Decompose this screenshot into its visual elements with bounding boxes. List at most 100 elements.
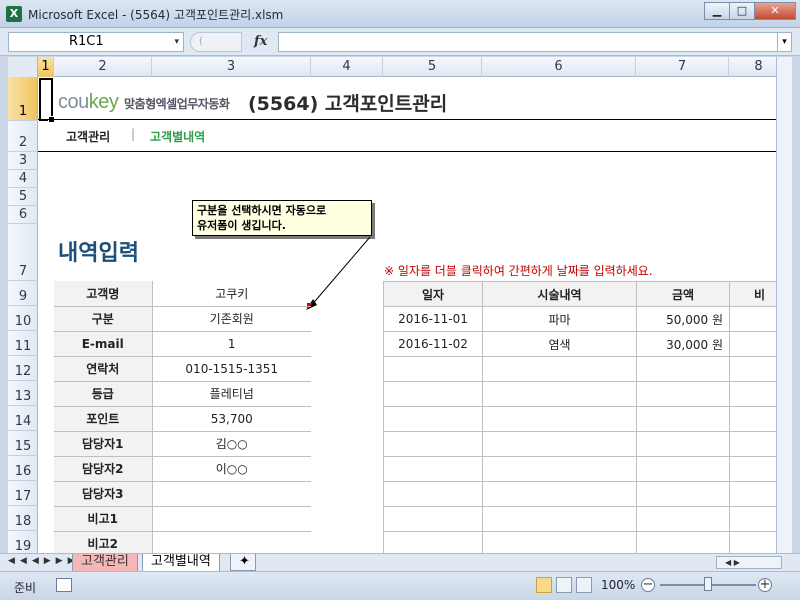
zoom-level[interactable]: 100%: [601, 578, 635, 592]
field-value-cell[interactable]: 010-1515-1351: [152, 356, 311, 382]
table-row: 2016-11-01 파마 50,000 원: [383, 306, 784, 332]
horizontal-scrollbar[interactable]: ◀ ▶: [716, 556, 782, 569]
history-cell[interactable]: [482, 406, 637, 432]
column-header[interactable]: 3: [152, 57, 311, 77]
history-cell[interactable]: [383, 356, 483, 382]
field-value-cell[interactable]: 1: [152, 331, 311, 357]
vertical-scrollbar[interactable]: [776, 57, 792, 553]
history-cell[interactable]: [636, 481, 730, 507]
row-header[interactable]: 1: [8, 77, 38, 121]
page-break-view-icon[interactable]: [576, 577, 592, 593]
history-cell[interactable]: 30,000 원: [636, 331, 730, 357]
zoom-in-button[interactable]: +: [758, 578, 772, 592]
column-header[interactable]: 7: [636, 57, 729, 77]
row-header[interactable]: 10: [8, 306, 38, 331]
field-value-cell[interactable]: 플레티넘: [152, 381, 311, 407]
field-value-cell[interactable]: 53,700: [152, 406, 311, 432]
row-header[interactable]: 9: [8, 281, 38, 306]
row-header[interactable]: 11: [8, 331, 38, 356]
history-cell[interactable]: [636, 456, 730, 482]
history-cell[interactable]: [482, 431, 637, 457]
nav-link-customer-history[interactable]: 고객별내역: [150, 128, 205, 145]
field-value-cell[interactable]: [152, 506, 311, 532]
column-header[interactable]: 1: [38, 57, 54, 77]
history-cell[interactable]: [636, 431, 730, 457]
row-header[interactable]: 13: [8, 381, 38, 406]
row-header[interactable]: 3: [8, 152, 38, 170]
active-cell-cursor[interactable]: [39, 78, 55, 123]
row-header[interactable]: 17: [8, 481, 38, 506]
row-header[interactable]: 19: [8, 531, 38, 553]
maximize-button[interactable]: □: [729, 2, 755, 20]
field-value-cell[interactable]: 기존회원: [152, 306, 311, 332]
history-cell[interactable]: 50,000 원: [636, 306, 730, 332]
history-cell[interactable]: [482, 506, 637, 532]
date-input-hint: ※ 일자를 더블 클릭하여 간편하게 날짜를 입력하세요.: [384, 264, 653, 278]
table-row: 고객명 고쿠키: [54, 281, 311, 307]
history-cell[interactable]: 2016-11-01: [383, 306, 483, 332]
row-header[interactable]: 12: [8, 356, 38, 381]
history-cell[interactable]: [636, 506, 730, 532]
page-layout-view-icon[interactable]: [556, 577, 572, 593]
insert-function-icon[interactable]: fx: [254, 34, 267, 49]
history-cell[interactable]: [482, 381, 637, 407]
sheet-nav-arrows[interactable]: ◀◀◀▶▶▶: [8, 556, 80, 566]
excel-app-icon[interactable]: X: [6, 6, 22, 22]
history-cell[interactable]: [482, 356, 637, 382]
sheet-tab-customer-history[interactable]: 고객별내역: [142, 554, 220, 571]
row-header[interactable]: 6: [8, 206, 38, 224]
history-cell[interactable]: [482, 531, 637, 553]
history-cell[interactable]: [383, 531, 483, 553]
row-header[interactable]: 4: [8, 170, 38, 188]
history-cell[interactable]: 2016-11-02: [383, 331, 483, 357]
history-cell[interactable]: [636, 406, 730, 432]
row-header[interactable]: 2: [8, 121, 38, 152]
history-cell[interactable]: [383, 381, 483, 407]
expand-formula-bar-button[interactable]: ▾: [778, 32, 792, 52]
history-cell[interactable]: [482, 456, 637, 482]
nav-link-customer-management[interactable]: 고객관리: [66, 128, 110, 145]
history-cell[interactable]: [636, 531, 730, 553]
history-cell[interactable]: [482, 481, 637, 507]
row-header[interactable]: 7: [8, 224, 38, 281]
history-cell[interactable]: 파마: [482, 306, 637, 332]
customer-info-table: 고객명 고쿠키 구분 기존회원 E-mail 1 연락처 010-1515-1351 등급 플레티…: [54, 281, 311, 553]
row-header[interactable]: 5: [8, 188, 38, 206]
zoom-slider-thumb[interactable]: [704, 577, 712, 591]
row-header[interactable]: 18: [8, 506, 38, 531]
chevron-down-icon[interactable]: ▾: [174, 33, 179, 51]
column-header[interactable]: 2: [54, 57, 152, 77]
history-cell[interactable]: [636, 356, 730, 382]
history-cell[interactable]: [383, 456, 483, 482]
field-value-cell[interactable]: [152, 481, 311, 507]
field-value-cell[interactable]: 김○○: [152, 431, 311, 457]
history-cell[interactable]: [636, 381, 730, 407]
minimize-button[interactable]: ▁: [704, 2, 730, 20]
history-cell[interactable]: [383, 481, 483, 507]
field-value-cell[interactable]: 고쿠키: [152, 281, 311, 307]
row-header[interactable]: 15: [8, 431, 38, 456]
formula-input[interactable]: [278, 32, 778, 52]
column-heading: 금액: [636, 281, 730, 307]
history-cell[interactable]: [383, 406, 483, 432]
macro-record-icon[interactable]: [56, 578, 72, 592]
zoom-out-button[interactable]: −: [641, 578, 655, 592]
field-value-cell[interactable]: [152, 531, 311, 553]
row-header[interactable]: 16: [8, 456, 38, 481]
row-header[interactable]: 14: [8, 406, 38, 431]
close-button[interactable]: ✕: [754, 2, 796, 20]
sheet-tab-customer-management[interactable]: 고객관리: [72, 554, 138, 571]
history-cell[interactable]: 염색: [482, 331, 637, 357]
history-cell[interactable]: [383, 431, 483, 457]
field-value-cell[interactable]: 이○○: [152, 456, 311, 482]
select-all-corner[interactable]: [8, 57, 38, 77]
column-header[interactable]: 4: [311, 57, 383, 77]
normal-view-icon[interactable]: [536, 577, 552, 593]
new-sheet-icon[interactable]: ✦: [230, 554, 256, 571]
worksheet-grid[interactable]: 1 2 3 4 5 6 7 8 1 2 3 4 5 6 7 9 10 11 12…: [8, 57, 784, 553]
column-header[interactable]: 6: [482, 57, 636, 77]
history-cell[interactable]: [383, 506, 483, 532]
column-header[interactable]: 5: [383, 57, 482, 77]
name-box[interactable]: R1C1 ▾: [8, 32, 184, 52]
table-row: [383, 356, 784, 382]
